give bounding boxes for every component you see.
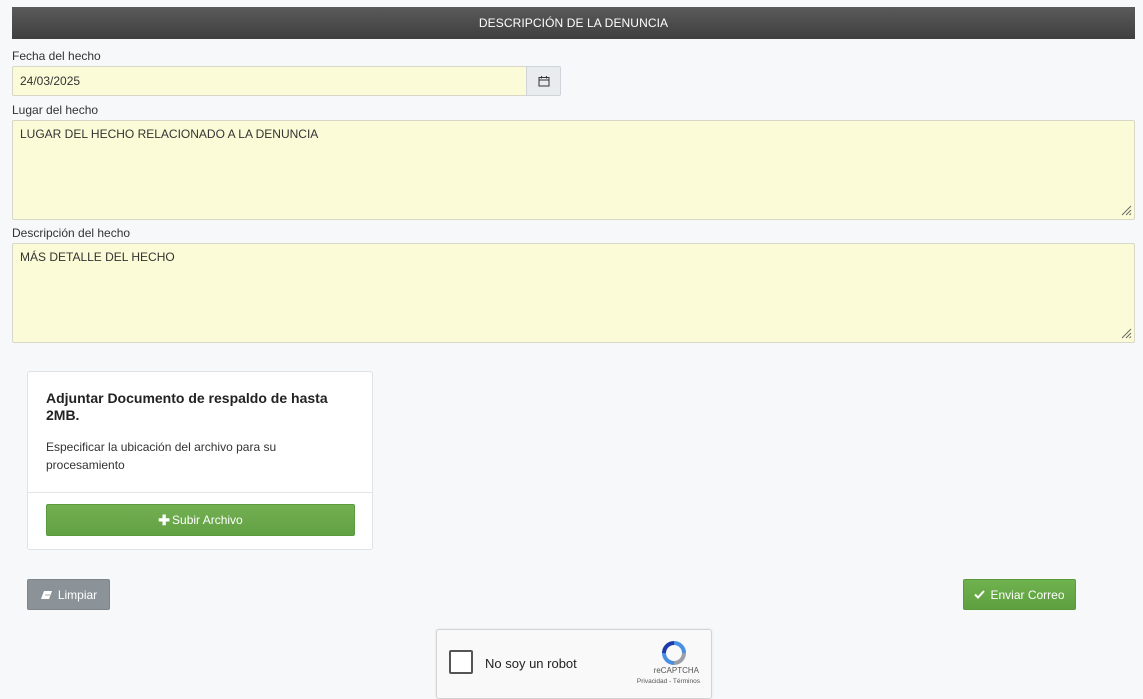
descripcion-textarea[interactable]: MÁS DETALLE DEL HECHO bbox=[12, 243, 1135, 343]
descripcion-label: Descripción del hecho bbox=[12, 226, 131, 240]
upload-title: Adjuntar Documento de respaldo de hasta … bbox=[46, 390, 328, 423]
fecha-input-group bbox=[12, 66, 561, 96]
section-title: DESCRIPCIÓN DE LA DENUNCIA bbox=[478, 16, 669, 30]
lugar-label: Lugar del hecho bbox=[12, 103, 99, 117]
recaptcha-label: No soy un robot bbox=[485, 656, 577, 671]
recaptcha-checkbox[interactable] bbox=[449, 650, 473, 674]
resize-grip-icon[interactable] bbox=[1120, 204, 1132, 216]
section-header: DESCRIPCIÓN DE LA DENUNCIA bbox=[12, 7, 1135, 39]
fecha-label: Fecha del hecho bbox=[12, 49, 101, 63]
upload-button[interactable]: ✚ Subir Archivo bbox=[46, 504, 355, 536]
recaptcha-links[interactable]: Privacidad - Términos bbox=[637, 678, 700, 685]
upload-description: Especificar la ubicación del archivo par… bbox=[46, 440, 277, 472]
check-icon bbox=[974, 590, 986, 599]
clear-button[interactable]: Limpiar bbox=[27, 579, 110, 610]
eraser-icon bbox=[40, 590, 53, 600]
upload-card: Adjuntar Documento de respaldo de hasta … bbox=[27, 371, 373, 550]
clear-button-label: Limpiar bbox=[57, 587, 98, 602]
send-button[interactable]: Enviar Correo bbox=[963, 579, 1076, 610]
upload-divider bbox=[28, 492, 372, 493]
calendar-icon bbox=[538, 75, 550, 87]
fecha-input[interactable] bbox=[12, 66, 526, 96]
plus-icon: ✚ bbox=[158, 511, 171, 528]
recaptcha-widget: No soy un robot reCAPTCHA Privacidad - T… bbox=[436, 629, 712, 699]
resize-grip-icon[interactable] bbox=[1120, 327, 1132, 339]
calendar-button[interactable] bbox=[526, 66, 561, 96]
recaptcha-brand: reCAPTCHA bbox=[653, 666, 699, 675]
upload-button-label: Subir Archivo bbox=[172, 513, 243, 527]
lugar-textarea[interactable]: LUGAR DEL HECHO RELACIONADO A LA DENUNCI… bbox=[12, 120, 1135, 220]
send-button-label: Enviar Correo bbox=[990, 587, 1065, 602]
